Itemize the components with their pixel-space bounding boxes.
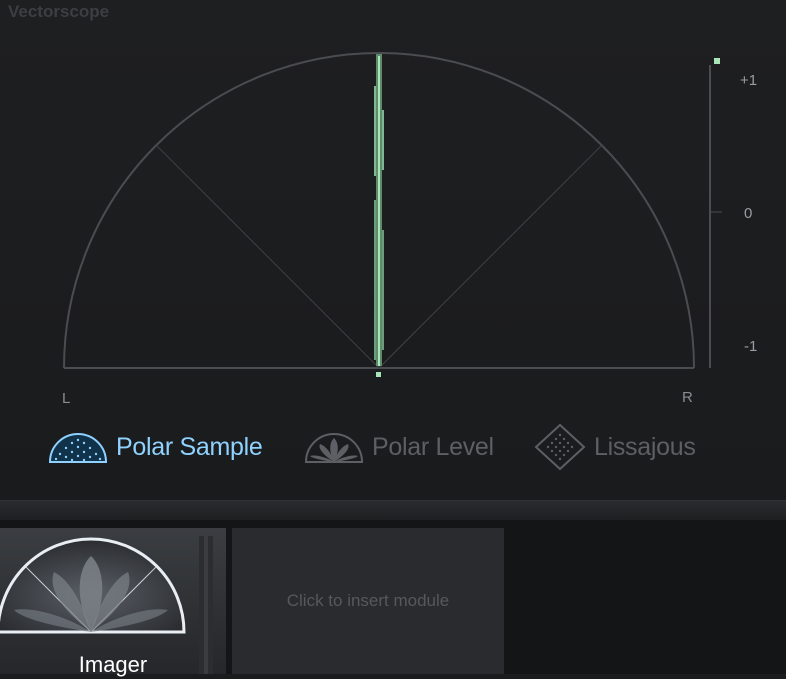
meter-tick-minus1: -1 bbox=[744, 338, 758, 355]
mode-polar-sample-label: Polar Sample bbox=[116, 432, 263, 461]
scope-diagonal-left bbox=[155, 144, 380, 369]
vectorscope-panel: Vectorscope L R +1 0 -1 Polar Sample Pol… bbox=[0, 0, 786, 500]
scope-trace bbox=[374, 54, 384, 377]
mode-polar-level-label: Polar Level bbox=[372, 432, 494, 461]
meter-tick-plus1: +1 bbox=[740, 72, 758, 89]
mode-polar-level-button[interactable]: Polar Level bbox=[304, 420, 494, 474]
mode-lissajous-button[interactable]: Lissajous bbox=[534, 420, 696, 474]
mode-polar-sample-button[interactable]: Polar Sample bbox=[48, 420, 263, 474]
imager-module-label: Imager bbox=[78, 652, 148, 677]
vectorscope-display bbox=[63, 52, 722, 377]
left-channel-label: L bbox=[62, 390, 71, 407]
correlation-indicator bbox=[714, 58, 720, 64]
polar-sample-icon bbox=[48, 433, 108, 463]
scope-diagonal-right bbox=[378, 144, 603, 369]
polar-level-icon bbox=[304, 433, 364, 463]
insert-module-text: Click to insert module bbox=[286, 591, 450, 610]
correlation-meter bbox=[709, 58, 722, 368]
meter-tick-zero: 0 bbox=[744, 205, 753, 222]
right-channel-label: R bbox=[682, 389, 693, 406]
lissajous-icon bbox=[534, 423, 586, 471]
panel-divider bbox=[0, 500, 786, 521]
insert-module-slot[interactable]: Click to insert module bbox=[232, 528, 504, 674]
mode-lissajous-label: Lissajous bbox=[594, 432, 696, 461]
